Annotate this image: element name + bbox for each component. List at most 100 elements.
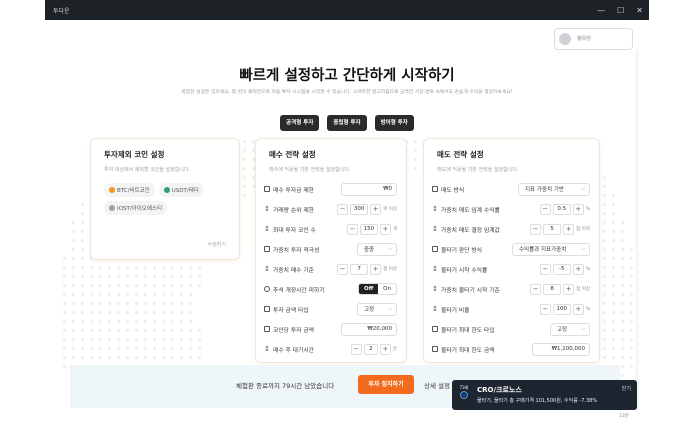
decrement-button[interactable]: − bbox=[539, 203, 551, 215]
background-dot bbox=[126, 293, 129, 296]
excluded-coin-chip[interactable]: USDT/테더 bbox=[158, 183, 204, 197]
background-dot bbox=[72, 257, 75, 260]
maximize-button[interactable]: ☐ bbox=[617, 6, 624, 15]
decrement-button[interactable]: − bbox=[350, 343, 362, 355]
increment-button[interactable]: + bbox=[379, 223, 391, 235]
averaging-weight-stepper: −8 + bbox=[530, 283, 575, 295]
chevron-down-icon: ⌵ bbox=[388, 246, 392, 252]
background-dot bbox=[189, 356, 192, 359]
limit-amount-input[interactable]: ₩1,100,000 bbox=[532, 342, 590, 356]
avoid-open-toggle[interactable]: Off On bbox=[358, 283, 397, 295]
background-dot bbox=[63, 329, 66, 332]
sell-method-select[interactable]: 지표 가중치 기반 ⌵ bbox=[518, 182, 590, 196]
stepper-value[interactable]: 5 bbox=[543, 223, 562, 235]
decrement-button[interactable]: − bbox=[539, 303, 551, 315]
stepper-value[interactable]: 7 bbox=[350, 263, 369, 275]
background-dot bbox=[180, 356, 183, 359]
background-dot bbox=[630, 293, 633, 296]
toggle-on-option[interactable]: On bbox=[378, 284, 396, 294]
background-dot bbox=[243, 185, 246, 188]
stepper-value[interactable]: 8 bbox=[543, 283, 562, 295]
background-dot bbox=[621, 293, 624, 296]
tab-defensive[interactable]: 방어형 투자 bbox=[374, 115, 414, 131]
background-dot bbox=[117, 338, 120, 341]
decrement-button[interactable]: − bbox=[530, 283, 542, 295]
background-dot bbox=[612, 212, 615, 215]
increment-button[interactable]: + bbox=[572, 303, 584, 315]
stepper-value[interactable]: -5 bbox=[552, 263, 571, 275]
strategy-tabs: 공격형 투자 중립형 투자 방어형 투자 bbox=[45, 115, 649, 131]
invest-limit-input[interactable]: ₩0 bbox=[341, 182, 397, 196]
stepper-value[interactable]: 300 bbox=[350, 203, 369, 215]
background-dot bbox=[99, 266, 102, 269]
increment-button[interactable]: + bbox=[563, 223, 575, 235]
excluded-coin-chip[interactable]: IOST/아이오에스티 bbox=[104, 201, 168, 215]
buy-card-title: 매수 전략 설정 bbox=[269, 150, 316, 159]
background-dot bbox=[621, 365, 624, 368]
detail-settings-link[interactable]: 상세 설정 bbox=[424, 380, 450, 390]
tab-aggressive[interactable]: 공격형 투자 bbox=[280, 115, 320, 131]
limit-type-select[interactable]: 고정 ⌵ bbox=[550, 322, 590, 336]
increment-button[interactable]: + bbox=[370, 203, 382, 215]
scrollbar[interactable] bbox=[635, 50, 639, 410]
stepper-value[interactable]: 2 bbox=[363, 343, 378, 355]
row-label: 매도 방식 bbox=[441, 187, 465, 194]
minimize-button[interactable]: — bbox=[597, 6, 605, 15]
stop-investing-button[interactable]: 투자 정지하기 bbox=[358, 375, 414, 394]
decrement-button[interactable]: − bbox=[530, 223, 542, 235]
row-label: 최대 투자 코인 수 bbox=[273, 227, 316, 234]
stepper-value[interactable]: 150 bbox=[359, 223, 378, 235]
increment-button[interactable]: + bbox=[370, 263, 382, 275]
background-dot bbox=[603, 284, 606, 287]
buy-row-volume-rank: ↕ 거래량 순위 제한 −300 + 위 이상 bbox=[256, 201, 406, 217]
tab-neutral[interactable]: 중립형 투자 bbox=[327, 115, 367, 131]
updown-arrow-icon: ↕ bbox=[432, 225, 438, 233]
background-dot bbox=[63, 311, 66, 314]
background-dot bbox=[99, 311, 102, 314]
background-dot bbox=[612, 203, 615, 206]
background-dot bbox=[603, 302, 606, 305]
background-dot bbox=[162, 284, 165, 287]
background-dot bbox=[117, 293, 120, 296]
background-dot bbox=[630, 347, 633, 350]
decrement-button[interactable]: − bbox=[337, 263, 349, 275]
coin-label: USDT/테더 bbox=[171, 188, 199, 194]
background-dot bbox=[198, 338, 201, 341]
background-dot bbox=[81, 302, 84, 305]
decrement-button[interactable]: − bbox=[539, 263, 551, 275]
row-label: 매수 투자금 제한 bbox=[273, 187, 315, 194]
decrement-button[interactable]: − bbox=[337, 203, 349, 215]
background-dot bbox=[162, 329, 165, 332]
notification-close-button[interactable]: 닫기 bbox=[622, 385, 631, 392]
edit-exclude-link[interactable]: 수정하기 bbox=[208, 241, 226, 248]
background-dot bbox=[414, 149, 417, 152]
background-dot bbox=[63, 266, 66, 269]
background-dot bbox=[180, 347, 183, 350]
stepper-value[interactable]: 0.5 bbox=[552, 203, 571, 215]
decrement-button[interactable]: − bbox=[346, 223, 358, 235]
close-window-button[interactable]: ✕ bbox=[636, 6, 643, 15]
increment-button[interactable]: + bbox=[379, 343, 391, 355]
background-dot bbox=[144, 347, 147, 350]
toggle-off-option[interactable]: Off bbox=[359, 284, 379, 294]
increment-button[interactable]: + bbox=[572, 203, 584, 215]
profile-button[interactable]: 정우진 bbox=[554, 28, 633, 50]
stepper-value[interactable]: 100 bbox=[552, 303, 571, 315]
averaging-method-select[interactable]: 수익률과 지표가중치 ⌵ bbox=[512, 242, 590, 256]
coin-amount-input[interactable]: ₩20,000 bbox=[341, 322, 397, 336]
increment-button[interactable]: + bbox=[563, 283, 575, 295]
background-dot bbox=[162, 302, 165, 305]
trade-notification[interactable]: 73회 CRO/크로노스 물타기, 물타기 총 구매가격 101,500원, 수… bbox=[452, 380, 637, 410]
background-dot bbox=[153, 311, 156, 314]
aggressiveness-select[interactable]: 중중 ⌵ bbox=[357, 242, 397, 256]
excluded-coin-chip[interactable]: BTC/비트코인 bbox=[104, 183, 155, 197]
updown-arrow-icon: ↕ bbox=[432, 205, 438, 213]
wallet-icon bbox=[264, 186, 270, 192]
amount-type-select[interactable]: 고정 ⌵ bbox=[357, 302, 397, 316]
notification-icon: 73회 bbox=[458, 385, 470, 401]
increment-button[interactable]: + bbox=[572, 263, 584, 275]
background-dot bbox=[621, 284, 624, 287]
background-dot bbox=[198, 275, 201, 278]
chevron-down-icon: ⌵ bbox=[581, 326, 585, 332]
row-label: 물타기 비율 bbox=[441, 307, 470, 314]
